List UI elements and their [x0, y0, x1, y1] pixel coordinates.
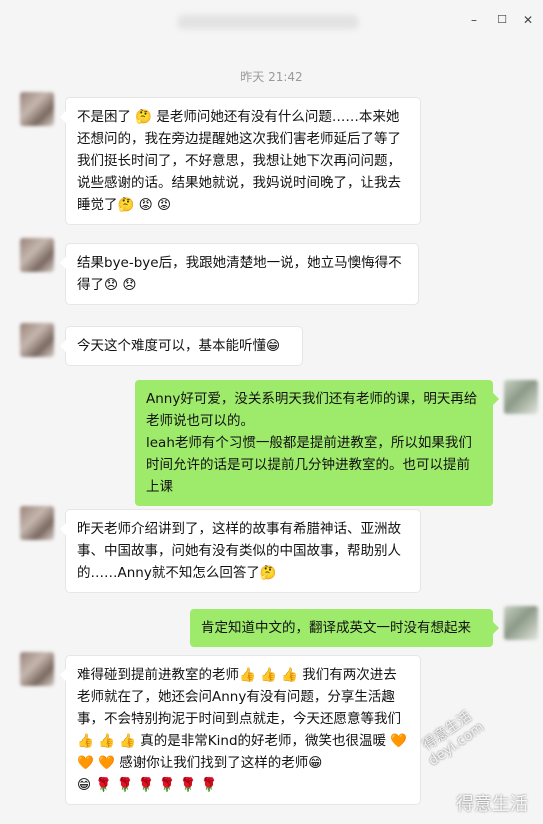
avatar[interactable]: [20, 652, 54, 686]
message-text: leah老师有个习惯一般都是提前进教室，所以如果我们时间允许的话是可以提前几分钟…: [146, 435, 472, 495]
avatar[interactable]: [20, 506, 54, 540]
avatar[interactable]: [20, 92, 54, 126]
message-text: Anny好可爱，没关系明天我们还有老师的课，明天再给老师说也可以的。: [146, 391, 478, 429]
watermark-rotated: 得意生活 deyi.com: [419, 708, 488, 770]
chat-title-blurred: [178, 15, 358, 29]
message-text: 不是困了 🤔 是老师问她还有没有什么问题……本来她还想问的，我在旁边提醒她这次我…: [77, 109, 401, 213]
message-bubble[interactable]: 不是困了 🤔 是老师问她还有没有什么问题……本来她还想问的，我在旁边提醒她这次我…: [60, 98, 420, 224]
message-text: 难得碰到提前进教室的老师👍 👍 👍 我们有两次进去老师就在了，她还会问Anny有…: [77, 667, 408, 771]
message-text: 😁 🌹 🌹 🌹 🌹 🌹 🌹: [77, 777, 218, 793]
message-text: 肯定知道中文的，翻译成英文一时没有想起来: [201, 620, 471, 636]
minimize-icon[interactable]: –: [464, 10, 484, 30]
message-text: 昨天老师介绍讲到了，这样的故事有希腊神话、亚洲故事、中国故事，问她有没有类似的中…: [77, 521, 401, 581]
avatar[interactable]: [20, 238, 54, 272]
avatar[interactable]: [20, 323, 54, 357]
message-text: 结果bye-bye后，我跟她清楚地一说，她立马懊悔得不得了😞 😞: [77, 255, 402, 293]
maximize-icon[interactable]: ☐: [492, 10, 512, 30]
avatar[interactable]: [504, 606, 538, 640]
close-icon[interactable]: ✕: [518, 10, 538, 30]
title-bar: – ☐ ✕: [0, 0, 543, 42]
message-bubble[interactable]: 今天这个难度可以，基本能听懂😁: [60, 327, 302, 365]
message-text: 今天这个难度可以，基本能听懂😁: [77, 338, 281, 354]
message-bubble[interactable]: 结果bye-bye后，我跟她清楚地一说，她立马懊悔得不得了😞 😞: [60, 244, 418, 304]
message-bubble[interactable]: 肯定知道中文的，翻译成英文一时没有想起来: [190, 609, 499, 647]
watermark: 得意生活: [456, 794, 528, 815]
message-bubble[interactable]: Anny好可爱，没关系明天我们还有老师的课，明天再给老师说也可以的。 leah老…: [135, 380, 499, 506]
message-bubble[interactable]: 难得碰到提前进教室的老师👍 👍 👍 我们有两次进去老师就在了，她还会问Anny有…: [60, 656, 420, 804]
avatar[interactable]: [504, 380, 538, 414]
message-timestamp: 昨天 21:42: [240, 70, 303, 84]
message-bubble[interactable]: 昨天老师介绍讲到了，这样的故事有希腊神话、亚洲故事、中国故事，问她有没有类似的中…: [60, 510, 420, 592]
